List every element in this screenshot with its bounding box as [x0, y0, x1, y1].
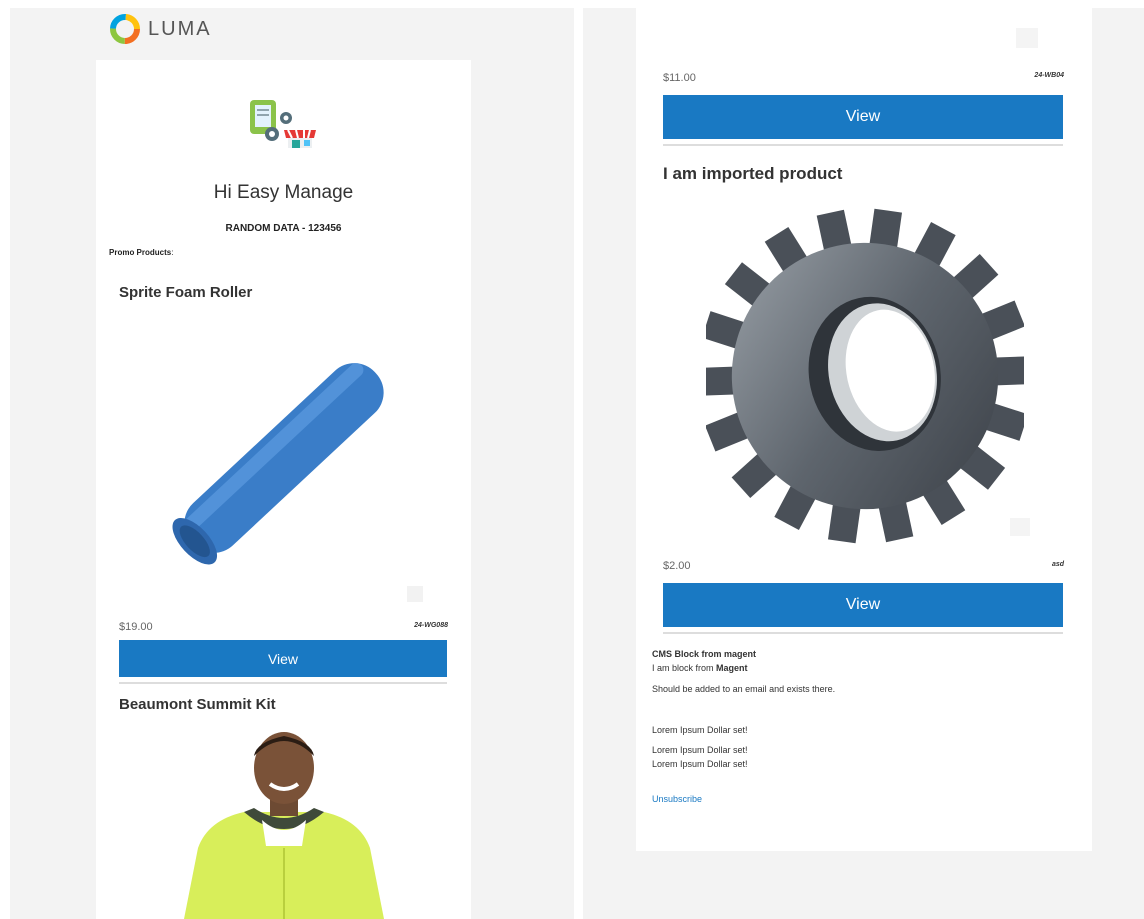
cms-block-note: Should be added to an email and exists t…	[652, 684, 836, 694]
logo-text: LUMA	[148, 17, 212, 40]
product-sku: asd	[1051, 561, 1064, 568]
promo-label: Promo Products	[109, 248, 172, 257]
product-divider	[663, 144, 1063, 146]
cms-block-line: I am block from Magent	[652, 663, 748, 673]
view-product-button[interactable]: View	[663, 583, 1063, 627]
promo-products-label: Promo Products:	[109, 248, 173, 257]
gear-product-image[interactable]	[706, 200, 1024, 552]
product-divider	[119, 682, 447, 684]
cms-block-bold: Magent	[716, 663, 748, 673]
product-price: $2.00	[663, 560, 691, 572]
image-placeholder-icon	[407, 586, 423, 602]
cms-block-text: I am block from	[652, 663, 717, 673]
summit-kit-model-image[interactable]	[174, 728, 394, 919]
lorem-line: Lorem Ipsum Dollar set!	[652, 725, 748, 735]
product-title: Beaumont Summit Kit	[119, 696, 276, 713]
store-management-icon	[250, 100, 316, 148]
product-title: I am imported product	[663, 164, 843, 183]
product-sku: 24-WG088	[414, 622, 448, 629]
greeting-heading: Hi Easy Manage	[213, 182, 354, 203]
luma-logo-icon	[110, 14, 140, 44]
product-price: $11.00	[663, 72, 696, 84]
email-body-left: Hi Easy Manage RANDOM DATA - 123456 Prom…	[96, 60, 471, 919]
view-product-button[interactable]: View	[663, 95, 1063, 139]
image-placeholder-icon	[1016, 28, 1038, 48]
foam-roller-image[interactable]	[144, 330, 424, 585]
view-product-button[interactable]: View	[119, 640, 447, 677]
lorem-line: Lorem Ipsum Dollar set!	[652, 745, 748, 755]
cms-block-title: CMS Block from magent	[652, 649, 757, 659]
luma-logo: LUMA	[110, 14, 212, 44]
promo-colon: :	[171, 248, 174, 257]
email-body-right: $11.00 24-WB04 View I am imported produc…	[636, 8, 1092, 851]
product-sku: 24-WB04	[1034, 72, 1064, 79]
random-data-text: RANDOM DATA - 123456	[225, 223, 342, 234]
lorem-line: Lorem Ipsum Dollar set!	[652, 759, 748, 769]
image-placeholder-icon	[1010, 518, 1030, 536]
product-title: Sprite Foam Roller	[119, 284, 253, 301]
unsubscribe-link[interactable]: Unsubscribe	[652, 794, 702, 804]
product-price: $19.00	[119, 621, 153, 633]
product-divider	[663, 632, 1063, 634]
